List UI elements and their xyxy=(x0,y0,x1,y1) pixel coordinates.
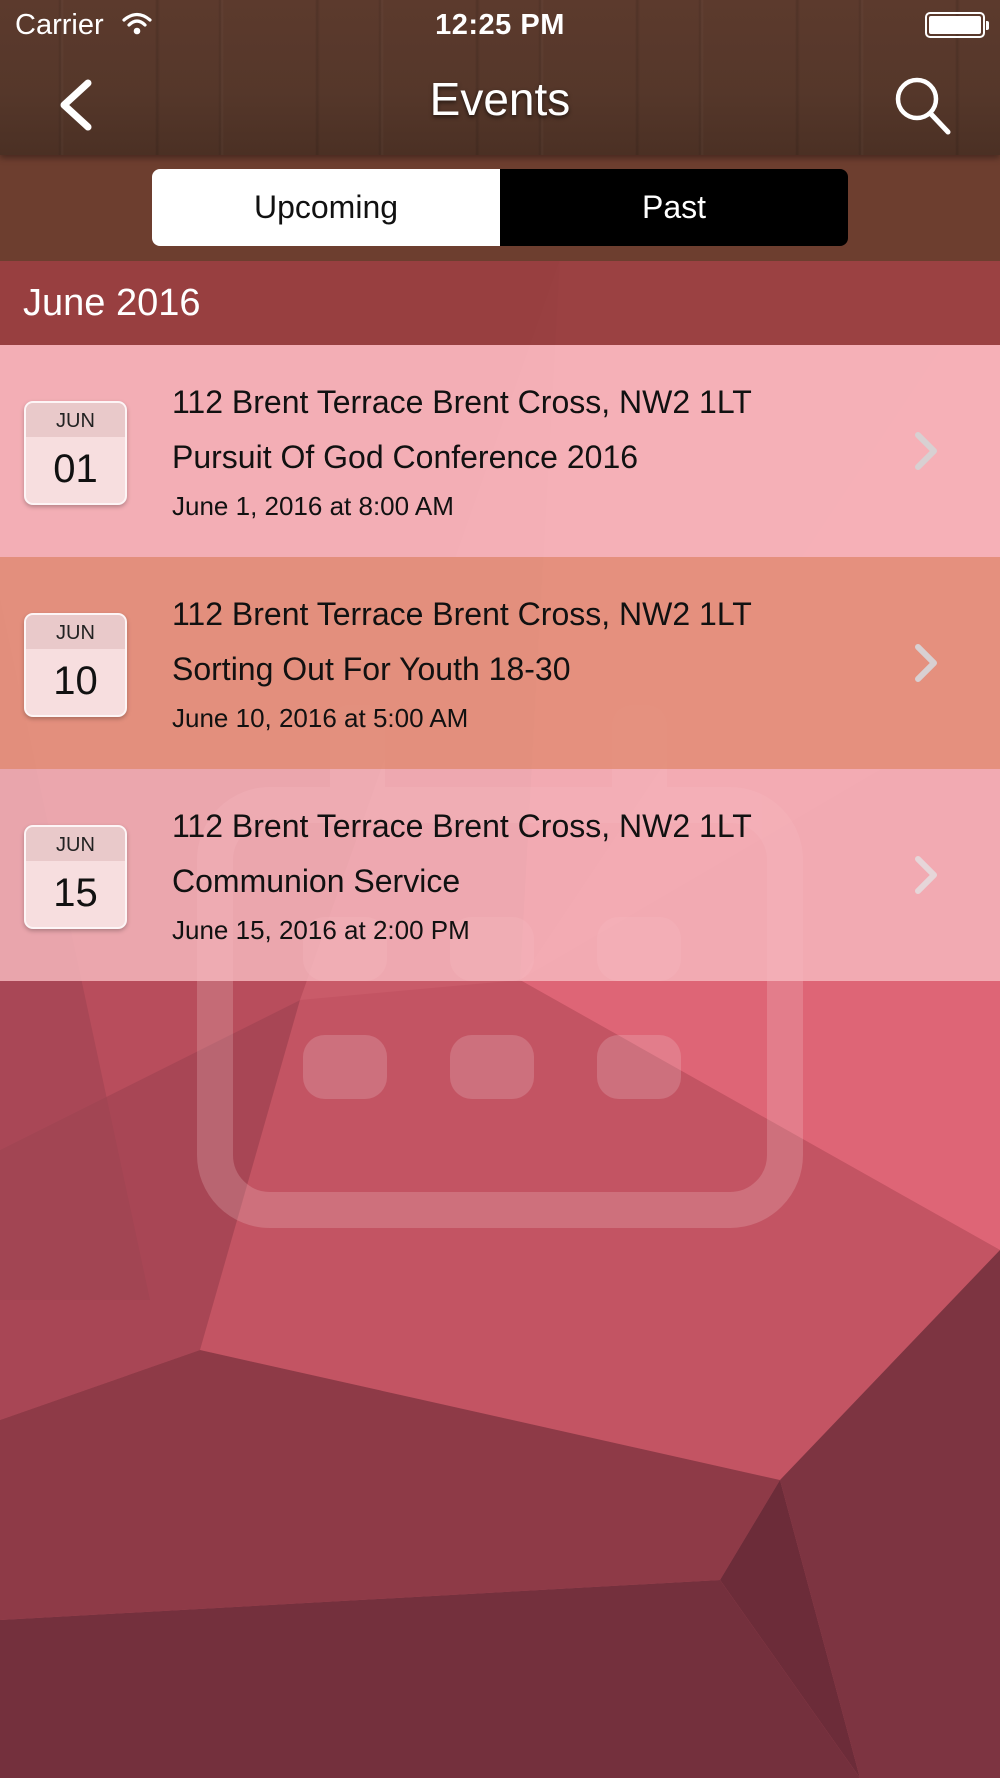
date-badge-day: 15 xyxy=(53,871,98,915)
event-location: 112 Brent Terrace Brent Cross, NW2 1LT xyxy=(172,808,752,844)
event-list: JUN 01 112 Brent Terrace Brent Cross, NW… xyxy=(0,345,1000,981)
date-badge: JUN 15 xyxy=(24,825,127,929)
event-details: 112 Brent Terrace Brent Cross, NW2 1LT P… xyxy=(172,381,752,523)
event-row[interactable]: JUN 15 112 Brent Terrace Brent Cross, NW… xyxy=(0,769,1000,981)
events-segmented-control: Upcoming Past xyxy=(152,169,848,246)
date-badge-month: JUN xyxy=(26,827,125,861)
month-section-header: June 2016 xyxy=(0,261,1000,345)
search-button[interactable] xyxy=(888,69,956,141)
event-row[interactable]: JUN 10 112 Brent Terrace Brent Cross, NW… xyxy=(0,557,1000,769)
chevron-right-icon xyxy=(915,644,937,682)
tab-upcoming[interactable]: Upcoming xyxy=(152,169,500,246)
date-badge: JUN 10 xyxy=(24,613,127,717)
event-datetime: June 1, 2016 at 8:00 AM xyxy=(172,491,454,521)
event-location: 112 Brent Terrace Brent Cross, NW2 1LT xyxy=(172,596,752,632)
status-time: 12:25 PM xyxy=(435,9,565,41)
event-row[interactable]: JUN 01 112 Brent Terrace Brent Cross, NW… xyxy=(0,345,1000,557)
segment-bar: Upcoming Past xyxy=(0,155,1000,261)
event-datetime: June 10, 2016 at 5:00 AM xyxy=(172,703,469,733)
event-datetime: June 15, 2016 at 2:00 PM xyxy=(172,915,470,945)
nav-bar: Events xyxy=(0,55,1000,155)
page-title: Events xyxy=(429,73,571,125)
event-name: Sorting Out For Youth 18-30 xyxy=(172,651,571,687)
status-bar: Carrier 12:25 PM xyxy=(0,0,1000,50)
event-name: Communion Service xyxy=(172,863,461,899)
event-details: 112 Brent Terrace Brent Cross, NW2 1LT C… xyxy=(172,805,752,947)
date-badge-day: 01 xyxy=(53,447,98,491)
date-badge: JUN 01 xyxy=(24,401,127,505)
tab-past[interactable]: Past xyxy=(500,169,848,246)
date-badge-month: JUN xyxy=(26,403,125,437)
chevron-right-icon xyxy=(915,432,937,470)
date-badge-month: JUN xyxy=(26,615,125,649)
top-bar: Carrier 12:25 PM Events xyxy=(0,0,1000,155)
search-icon xyxy=(895,77,951,135)
event-details: 112 Brent Terrace Brent Cross, NW2 1LT S… xyxy=(172,593,752,735)
battery-icon xyxy=(925,12,989,38)
date-badge-day: 10 xyxy=(53,659,98,703)
event-location: 112 Brent Terrace Brent Cross, NW2 1LT xyxy=(172,384,752,420)
event-name: Pursuit Of God Conference 2016 xyxy=(172,439,639,475)
chevron-right-icon xyxy=(915,856,937,894)
